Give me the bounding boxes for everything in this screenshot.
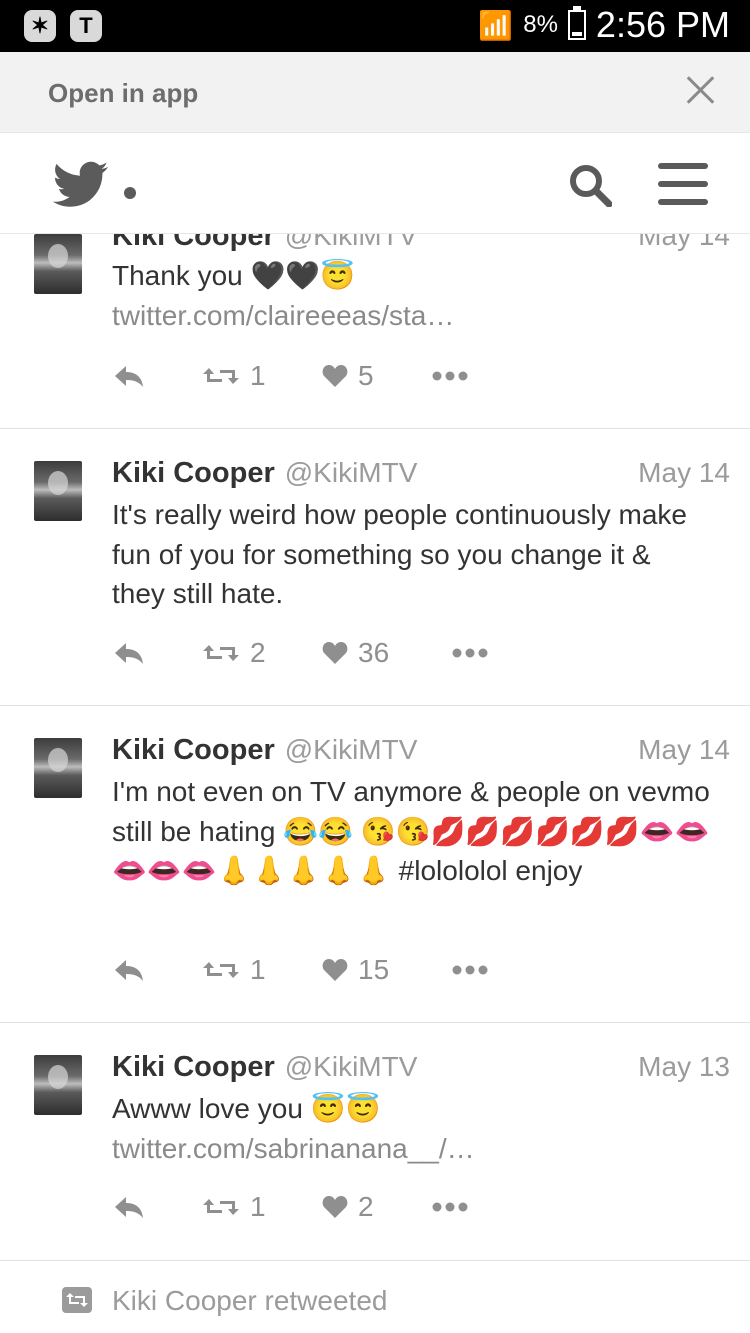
tweet-author-name[interactable]: Kiki Cooper (112, 457, 275, 490)
close-icon[interactable] (684, 74, 716, 106)
tweet-author-handle[interactable]: @KikiMTV (285, 1051, 418, 1083)
retweet-count: 1 (250, 954, 266, 985)
status-right: 📶 8% 2:56 PM (478, 4, 730, 46)
top-nav (0, 133, 750, 234)
reply-button[interactable] (112, 1195, 202, 1219)
more-button[interactable] (452, 648, 488, 658)
accessibility-icon: ✶ (24, 10, 56, 42)
avatar[interactable] (34, 461, 82, 521)
like-button[interactable]: 5 (322, 360, 432, 392)
battery-icon (567, 6, 586, 40)
status-bar: ✶ T 📶 8% 2:56 PM (0, 0, 750, 52)
reply-button[interactable] (112, 641, 202, 665)
like-count: 5 (358, 360, 374, 391)
retweet-icon (203, 962, 239, 978)
wifi-icon: 📶 (478, 9, 514, 41)
hamburger-menu-icon[interactable] (658, 163, 708, 205)
tweet-link[interactable]: twitter.com/sabrinanana__/… (112, 1129, 712, 1169)
tweet-author-name[interactable]: Kiki Cooper (112, 1051, 275, 1084)
more-dots-icon (432, 1202, 468, 1212)
reply-icon (115, 1197, 143, 1218)
retweet-count: 1 (250, 1191, 266, 1222)
more-dots-icon (432, 371, 468, 381)
tweet-date[interactable]: May 14 (638, 457, 730, 489)
reply-button[interactable] (112, 364, 202, 388)
more-dots-icon (452, 965, 488, 975)
tweet-date[interactable]: May 14 (638, 234, 730, 252)
tweet-text: Thank you 🖤🖤😇 twitter.com/claireeeas/sta… (112, 256, 712, 335)
tweet-date[interactable]: May 14 (638, 734, 730, 766)
like-count: 36 (358, 637, 390, 668)
retweet-icon (62, 1287, 92, 1313)
retweet-button[interactable]: 1 (202, 360, 322, 392)
open-in-app-banner[interactable]: Open in app (0, 52, 750, 133)
more-button[interactable] (432, 1202, 468, 1212)
tweet-author-name[interactable]: Kiki Cooper (112, 734, 275, 767)
like-button[interactable]: 36 (322, 637, 452, 669)
retweeted-label[interactable]: Kiki Cooper retweeted (112, 1285, 387, 1317)
status-left-icons: ✶ T (24, 10, 102, 42)
tweet-body: Thank you 🖤🖤😇 (112, 260, 356, 291)
retweet-count: 1 (250, 360, 266, 391)
tweet-text: It's really weird how people continuousl… (112, 499, 687, 609)
like-count: 2 (358, 1191, 374, 1222)
like-button[interactable]: 2 (322, 1191, 432, 1223)
tweet-item[interactable]: Kiki Cooper @KikiMTV May 14 It's really … (0, 429, 750, 706)
retweet-icon (203, 368, 239, 384)
tweet-text: Awww love you 😇😇 twitter.com/sabrinanana… (112, 1089, 712, 1168)
t-mobile-icon: T (70, 10, 102, 42)
battery-percent: 8% (523, 11, 558, 38)
retweet-icon (203, 1199, 239, 1215)
like-button[interactable]: 15 (322, 954, 452, 986)
more-dots-icon (452, 648, 488, 658)
avatar[interactable] (34, 234, 82, 294)
tweet-link[interactable]: twitter.com/claireeeas/sta… (112, 296, 712, 336)
retweet-button[interactable]: 2 (202, 637, 322, 669)
tweet-header: Kiki Cooper @KikiMTV May 14 (112, 457, 730, 490)
retweet-button[interactable]: 1 (202, 1191, 322, 1223)
tweet-item[interactable]: Kiki Cooper @KikiMTV May 14 I'm not even… (0, 706, 750, 1023)
open-in-app-label[interactable]: Open in app (48, 78, 198, 109)
tweet-header: Kiki Cooper @KikiMTV May 13 (112, 1051, 730, 1084)
reply-icon (115, 643, 143, 664)
reply-icon (115, 960, 143, 981)
tweet-date[interactable]: May 13 (638, 1051, 730, 1083)
tweet-author-name[interactable]: Kiki Cooper (112, 234, 275, 253)
reply-icon (115, 366, 143, 387)
tweet-header: Kiki Cooper @KikiMTV May 14 (112, 734, 730, 767)
tweet-actions: 1 15 (112, 954, 488, 986)
tweet-actions: 2 36 (112, 637, 488, 669)
notification-dot (124, 187, 136, 199)
tweet-author-handle[interactable]: @KikiMTV (285, 734, 418, 766)
avatar[interactable] (34, 738, 82, 798)
clock: 2:56 PM (595, 4, 730, 45)
heart-icon (322, 1196, 348, 1218)
tweet-actions: 1 5 (112, 360, 468, 392)
reply-button[interactable] (112, 958, 202, 982)
heart-icon (322, 642, 348, 664)
tweet-item[interactable]: Kiki Cooper @KikiMTV May 14 Thank you 🖤🖤… (0, 234, 750, 429)
tweet-timeline[interactable]: Kiki Cooper @KikiMTV May 14 Thank you 🖤🖤… (0, 234, 750, 1333)
like-count: 15 (358, 954, 390, 985)
avatar[interactable] (34, 1055, 82, 1115)
search-icon[interactable] (568, 163, 612, 207)
tweet-text: I'm not even on TV anymore & people on v… (112, 776, 710, 886)
more-button[interactable] (432, 371, 468, 381)
more-button[interactable] (452, 965, 488, 975)
retweet-count: 2 (250, 637, 266, 668)
retweet-icon (203, 645, 239, 661)
heart-icon (322, 959, 348, 981)
tweet-body: Awww love you 😇😇 (112, 1093, 381, 1124)
tweet-author-handle[interactable]: @KikiMTV (285, 457, 418, 489)
tweet-actions: 1 2 (112, 1191, 468, 1223)
tweet-item[interactable]: Kiki Cooper @KikiMTV May 13 Awww love yo… (0, 1023, 750, 1261)
retweet-button[interactable]: 1 (202, 954, 322, 986)
tweet-header: Kiki Cooper @KikiMTV May 14 (112, 234, 730, 253)
retweeted-notice[interactable]: Kiki Cooper retweeted (0, 1261, 750, 1333)
tweet-author-handle[interactable]: @KikiMTV (285, 234, 418, 252)
twitter-bird-icon[interactable] (52, 161, 110, 209)
heart-icon (322, 365, 348, 387)
